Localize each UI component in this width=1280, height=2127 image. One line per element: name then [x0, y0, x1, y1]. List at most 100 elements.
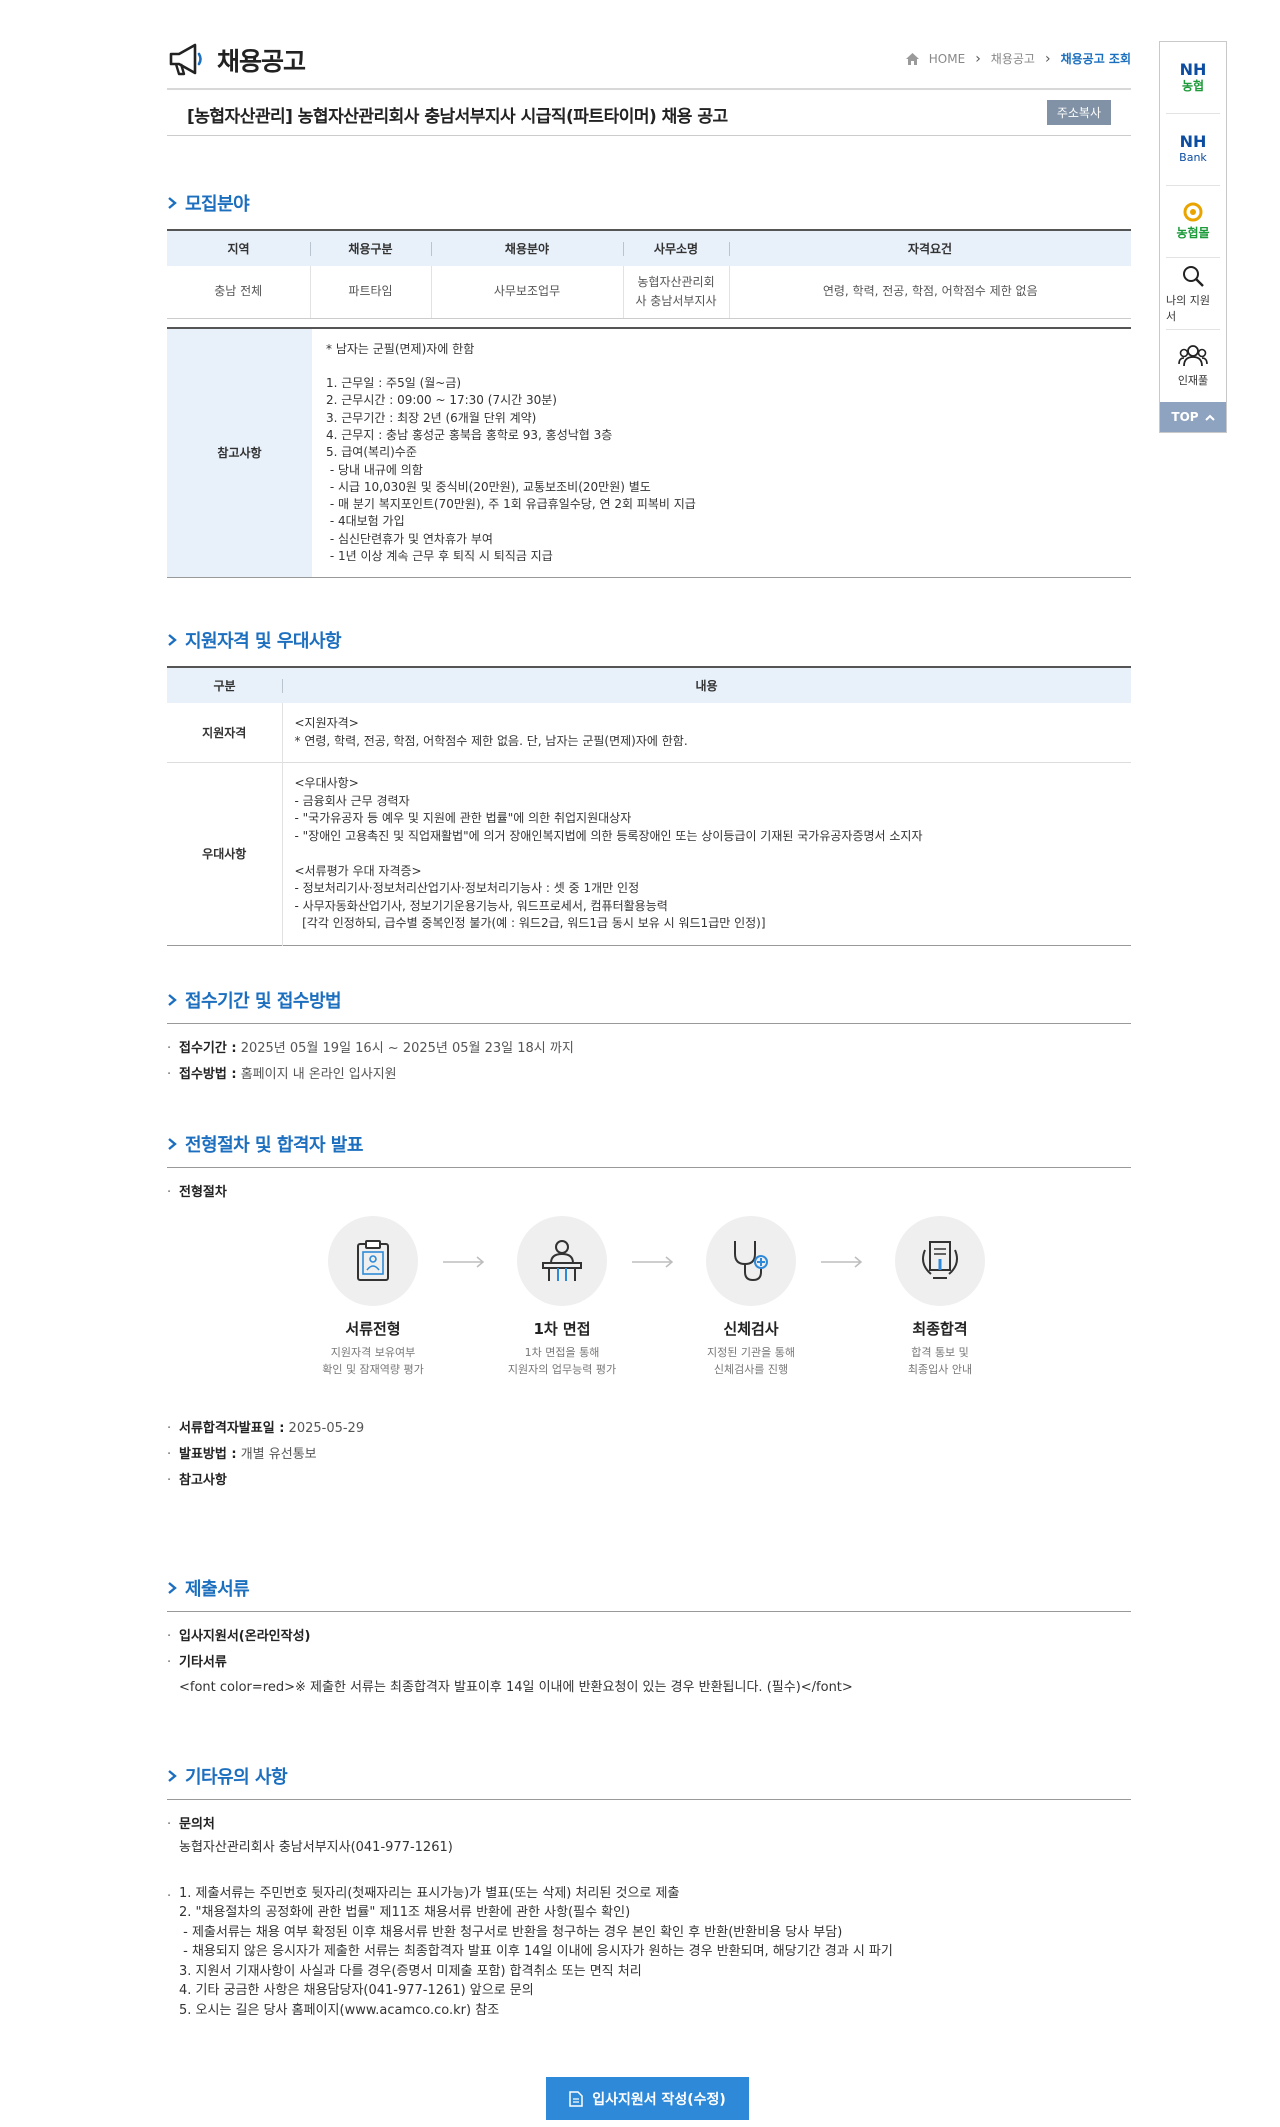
cell-region: 충남 전체 [167, 266, 310, 319]
documents-section: 제출서류 입사지원서(온라인작성) 기타서류 <font color=red>※… [167, 1575, 1131, 1698]
cell-office: 농협자산관리회 사 충남서부지사 [622, 266, 729, 319]
job-title-bar: [농협자산관리] 농협자산관리회사 충남서부지사 시급직(파트타이머) 채용 공… [167, 90, 1131, 136]
chevron-up-icon [1204, 414, 1215, 421]
apply-button-label: 입사지원서 작성(수정) [592, 2091, 726, 2108]
recruit-title: 모집분야 [185, 194, 250, 215]
certificate-icon [895, 1216, 985, 1306]
section-title: 지원자격 및 우대사항 [167, 627, 1131, 653]
step-desc: 지원자격 보유여부 확인 및 잠재역량 평가 [322, 1346, 424, 1376]
home-icon[interactable] [905, 52, 919, 65]
breadcrumb-current[interactable]: 채용공고 조회 [1061, 50, 1131, 67]
receipt-title: 접수기간 및 접수방법 [185, 991, 342, 1012]
bank-logo-text: NH [1179, 131, 1207, 151]
section-title: 기타유의 사항 [167, 1763, 1131, 1800]
nh-logo-sub: 농협 [1181, 78, 1205, 93]
chevron-right-icon [168, 1138, 177, 1150]
list-item: 기타서류 [167, 1650, 1131, 1676]
etc-title: 기타유의 사항 [185, 1767, 288, 1788]
process-step: 최종합격 합격 통보 및 최종입사 안내 [875, 1216, 1005, 1378]
megaphone-icon [169, 43, 202, 76]
col-content: 내용 [282, 667, 1131, 703]
col-region: 지역 [167, 230, 310, 266]
period-value: 2025년 05월 19일 16시 ~ 2025년 05월 23일 18시 까지 [240, 1041, 574, 1056]
step-desc: 합격 통보 및 최종입사 안내 [907, 1346, 973, 1376]
chevron-right-icon [168, 1582, 177, 1594]
talent-pool-link[interactable]: 인재풀 [1166, 330, 1220, 402]
arrow-right-icon [821, 1256, 863, 1268]
row-label: 우대사항 [167, 762, 283, 945]
process-list: 전형절차 [167, 1180, 1131, 1206]
chevron-right-icon [168, 1770, 177, 1782]
section-title: 전형절차 및 합격자 발표 [167, 1131, 1131, 1168]
process-steps: 서류전형 지원자격 보유여부 확인 및 잠재역량 평가 1차 면접 1차 면접을… [167, 1216, 1131, 1416]
chevron-right-icon: › [975, 50, 981, 67]
breadcrumb-recruit[interactable]: 채용공고 [991, 50, 1035, 67]
top-label: TOP [1171, 410, 1199, 424]
list-item: 전형절차 [167, 1180, 1131, 1206]
list-item: 1. 제출서류는 주민번호 뒷자리(첫째자리는 표시가능)가 별표(또는 삭제)… [167, 1884, 1131, 2021]
recruit-notes-table: 참고사항 * 남자는 군필(면제)자에 한함 1. 근무일 : 주5일 (월~금… [167, 326, 1131, 579]
content: 채용공고 HOME › 채용공고 › 채용공고 조회 [농협자산관리] 농협자산… [167, 0, 1131, 2018]
interview-icon [517, 1216, 607, 1306]
documents-list: 입사지원서(온라인작성) 기타서류 [167, 1624, 1131, 1676]
process-sub-label: 전형절차 [179, 1185, 227, 1200]
row-text: <지원자격> * 연령, 학력, 전공, 학점, 어학점수 제한 없음. 단, … [294, 716, 688, 748]
mall-logo-icon [1183, 202, 1203, 222]
job-title: [농협자산관리] 농협자산관리회사 충남서부지사 시급직(파트타이머) 채용 공… [187, 107, 728, 127]
copy-url-button[interactable]: 주소복사 [1046, 100, 1111, 125]
breadcrumb: HOME › 채용공고 › 채용공고 조회 [905, 50, 1131, 67]
announce-label: 서류합격자발표일 : [179, 1421, 285, 1436]
breadcrumb-home[interactable]: HOME [929, 52, 965, 66]
document-item: 입사지원서(온라인작성) [179, 1629, 311, 1644]
process-ref-label: 참고사항 [179, 1473, 227, 1488]
mall-label: 농협몰 [1176, 226, 1210, 240]
nh-nonghyup-link[interactable]: NH 농협 [1166, 42, 1220, 114]
chevron-right-icon: › [1044, 50, 1051, 67]
my-application-label: 나의 지원서 [1166, 293, 1210, 323]
step-desc: 1차 면접을 통해 지원자의 업무능력 평가 [507, 1346, 617, 1376]
list-item: 입사지원서(온라인작성) [167, 1624, 1131, 1650]
etc-notes: 1. 제출서류는 주민번호 뒷자리(첫째자리는 표시가능)가 별표(또는 삭제)… [179, 1885, 893, 2018]
col-category: 구분 [167, 667, 282, 703]
etc-section: 기타유의 사항 문의처 농협자산관리회사 충남서부지사(041-977-1261… [167, 1763, 1131, 2020]
col-requirement: 자격요건 [729, 230, 1131, 266]
list-item: 서류합격자발표일 : 2025-05-29 [167, 1416, 1131, 1442]
page-title: 채용공고 [217, 47, 306, 76]
nh-mall-link[interactable]: 농협몰 [1166, 186, 1220, 258]
talent-pool-label: 인재풀 [1177, 374, 1209, 387]
qualify-title: 지원자격 및 우대사항 [185, 631, 342, 652]
scroll-top-button[interactable]: TOP [1160, 402, 1226, 432]
chevron-right-icon [168, 197, 177, 209]
section-title: 제출서류 [167, 1575, 1131, 1612]
contact-value: 농협자산관리회사 충남서부지사(041-977-1261) [179, 1840, 453, 1855]
cell-type: 파트타임 [309, 266, 431, 319]
process-section: 전형절차 및 합격자 발표 전형절차 서류전형 지원자격 보유여부 확인 및 잠… [167, 1131, 1131, 1494]
list-item: 문의처 [167, 1812, 1131, 1838]
chevron-right-icon [168, 634, 177, 646]
notice-value: 개별 유선통보 [240, 1447, 317, 1462]
row-text: <우대사항> - 금융회사 근무 경력자 - "국가유공자 등 예우 및 지원에… [282, 762, 1131, 945]
list-item: 발표방법 : 개별 유선통보 [167, 1442, 1131, 1468]
nh-bank-link[interactable]: NH Bank [1166, 114, 1220, 186]
process-step: 신체검사 지정된 기관을 통해 신체검사를 진행 [686, 1216, 816, 1378]
step-name: 신체검사 [723, 1320, 779, 1338]
people-icon [1178, 345, 1208, 367]
section-title: 접수기간 및 접수방법 [167, 987, 1131, 1024]
period-label: 접수기간 : [179, 1041, 237, 1056]
section-title: 모집분야 [167, 190, 1131, 216]
clipboard-icon [328, 1216, 418, 1306]
method-value: 홈페이지 내 온라인 입사지원 [240, 1067, 397, 1082]
arrow-right-icon [443, 1256, 485, 1268]
nh-logo-text: NH [1179, 59, 1207, 79]
arrow-right-icon [632, 1256, 674, 1268]
step-name: 서류전형 [345, 1320, 401, 1338]
process-step: 서류전형 지원자격 보유여부 확인 및 잠재역량 평가 [308, 1216, 438, 1378]
documents-title: 제출서류 [185, 1579, 250, 1600]
quick-menu: NH 농협 NH Bank 농협몰 나의 지원서 인재풀 TOP [1159, 41, 1227, 433]
list-item: 접수방법 : 홈페이지 내 온라인 입사지원 [167, 1062, 1131, 1088]
qualify-table: 구분 내용 지원자격 <지원자격> * 연령, 학력, 전공, 학점, 어학점수… [167, 666, 1131, 946]
process-step: 1차 면접 1차 면접을 통해 지원자의 업무능력 평가 [497, 1216, 627, 1378]
my-application-link[interactable]: 나의 지원서 [1166, 258, 1220, 330]
table-row: 우대사항 <우대사항> - 금융회사 근무 경력자 - "국가유공자 등 예우 … [167, 762, 1131, 945]
apply-form-button[interactable]: 입사지원서 작성(수정) [546, 2077, 749, 2120]
